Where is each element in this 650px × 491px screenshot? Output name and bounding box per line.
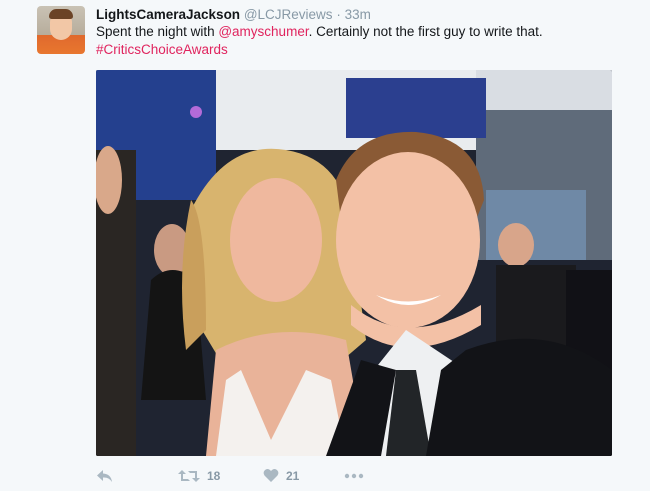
timestamp[interactable]: 33m <box>345 7 371 22</box>
avatar-hair <box>49 9 73 19</box>
display-name[interactable]: LightsCameraJackson <box>96 7 240 22</box>
tweet-text-start: Spent the night with <box>96 24 219 39</box>
photo-illustration <box>96 70 612 456</box>
avatar[interactable] <box>37 6 85 54</box>
retweet-icon <box>178 470 200 482</box>
retweet-button[interactable]: 18 <box>178 468 220 484</box>
more-button[interactable] <box>344 468 364 484</box>
tweet-header: LightsCameraJackson @LCJReviews · 33m <box>96 6 371 24</box>
like-button[interactable]: 21 <box>263 468 299 483</box>
mention-link[interactable]: @amyschumer <box>218 24 308 39</box>
separator: · <box>336 7 341 22</box>
reply-button[interactable] <box>96 468 114 484</box>
user-handle[interactable]: @LCJReviews <box>244 7 333 22</box>
tweet-actions: 18 21 <box>96 468 496 488</box>
heart-icon <box>263 468 279 482</box>
hashtag-link[interactable]: #CriticsChoiceAwards <box>96 42 228 57</box>
tweet-text-end: . Certainly not the first guy to write t… <box>308 24 543 39</box>
retweet-count: 18 <box>207 469 221 483</box>
tweet-photo[interactable] <box>96 70 612 456</box>
like-count: 21 <box>286 468 300 483</box>
more-icon <box>344 473 364 479</box>
tweet-text: Spent the night with @amyschumer. Certai… <box>96 23 626 59</box>
tweet: LightsCameraJackson @LCJReviews · 33m Sp… <box>0 0 650 491</box>
reply-icon <box>97 470 112 482</box>
